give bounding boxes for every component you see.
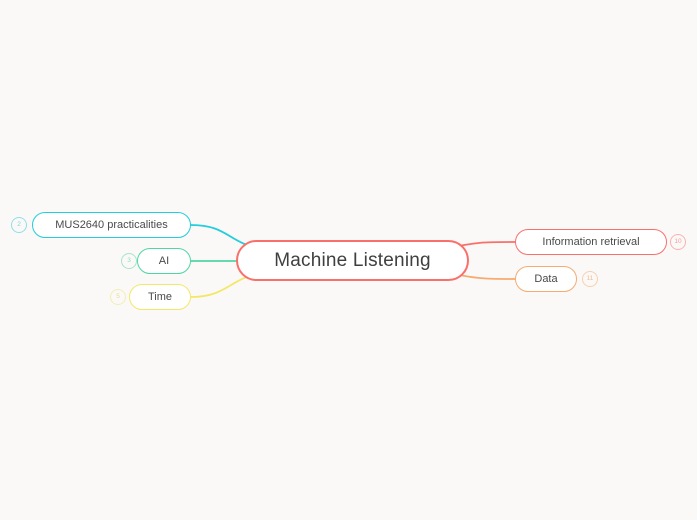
branch-node-label-information-retrieval: Information retrieval: [542, 235, 640, 248]
child-count-badge-label-mus2640: 2: [17, 220, 21, 228]
branch-node-label-time: Time: [147, 290, 173, 303]
branch-node-label-ai: AI: [158, 254, 170, 267]
child-count-badge-label-ai: 3: [127, 256, 131, 264]
mindmap-canvas[interactable]: Machine Listening MUS2640 practicalities…: [0, 0, 697, 520]
branch-node-data[interactable]: Data: [515, 266, 577, 292]
child-count-badge-time[interactable]: 5: [110, 289, 126, 305]
branch-node-mus2640[interactable]: MUS2640 practicalities: [32, 212, 191, 238]
child-count-badge-label-time: 5: [116, 292, 120, 300]
root-node-machine-listening[interactable]: Machine Listening: [236, 240, 469, 281]
branch-node-label-data: Data: [534, 272, 558, 285]
branch-node-time[interactable]: Time: [129, 284, 191, 310]
branch-node-label-mus2640: MUS2640 practicalities: [55, 218, 168, 231]
branch-node-ai[interactable]: AI: [137, 248, 191, 274]
child-count-badge-mus2640[interactable]: 2: [11, 217, 27, 233]
child-count-badge-label-data: 11: [586, 274, 594, 282]
child-count-badge-information-retrieval[interactable]: 10: [670, 234, 686, 250]
child-count-badge-label-information-retrieval: 10: [674, 237, 682, 245]
root-node-label: Machine Listening: [274, 250, 431, 271]
child-count-badge-data[interactable]: 11: [582, 271, 598, 287]
branch-node-information-retrieval[interactable]: Information retrieval: [515, 229, 667, 255]
child-count-badge-ai[interactable]: 3: [121, 253, 137, 269]
